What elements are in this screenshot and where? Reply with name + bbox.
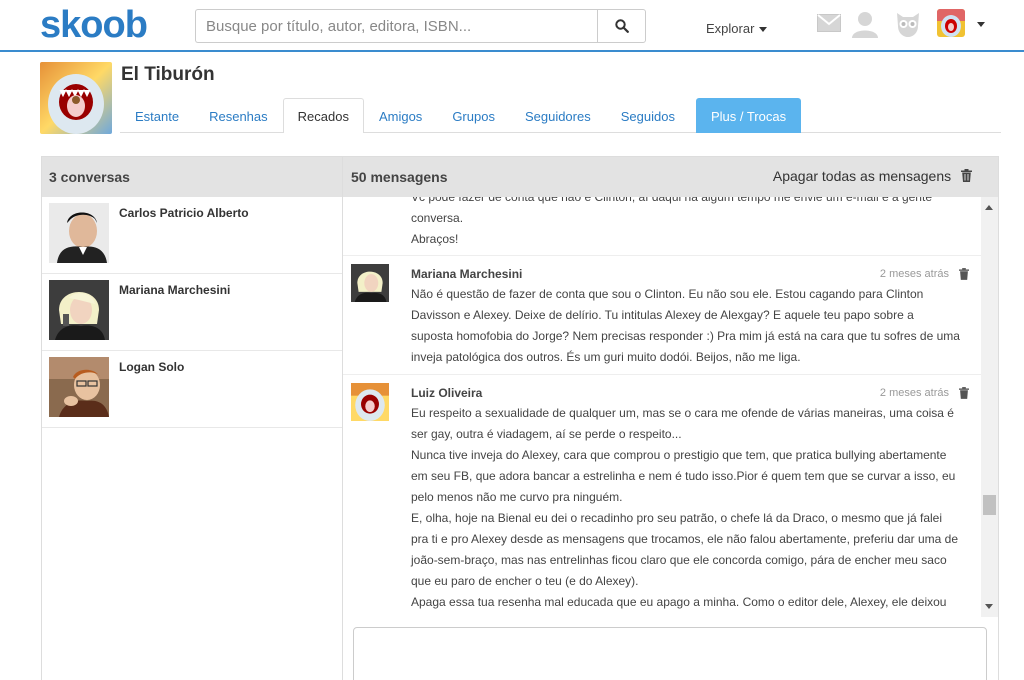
tab-amigos[interactable]: Amigos (364, 98, 437, 133)
message-author[interactable]: Luiz Oliveira (411, 386, 482, 400)
message-text: Eu respeito a sexualidade de qualquer um… (411, 406, 958, 609)
message-item: Vc pode fazer de conta que não é Clinton… (343, 197, 981, 256)
scroll-down-arrow[interactable] (985, 604, 993, 609)
message-item: Luiz Oliveira 2 meses atrás Eu respeito … (343, 375, 981, 617)
delete-all-label: Apagar todas as mensagens (772, 168, 952, 184)
avatar (49, 203, 109, 263)
account-menu-caret[interactable] (977, 22, 985, 27)
messages-panel: 50 mensagens Apagar todas as mensagens V… (342, 156, 999, 680)
profile-avatar[interactable] (40, 62, 112, 134)
tab-seguidos[interactable]: Seguidos (606, 98, 690, 133)
search-icon (614, 19, 629, 33)
conversations-count: 3 conversas (42, 157, 343, 197)
conversation-item[interactable]: Mariana Marchesini (42, 274, 343, 351)
trash-icon[interactable] (959, 268, 969, 280)
chevron-down-icon (759, 27, 768, 33)
scroll-up-arrow[interactable] (985, 205, 993, 210)
avatar (351, 264, 389, 302)
conversation-item[interactable]: Logan Solo (42, 351, 343, 428)
tab-grupos[interactable]: Grupos (437, 98, 510, 133)
top-bar: skoob Explorar (0, 0, 1024, 52)
conversation-name: Logan Solo (119, 360, 185, 374)
avatar (49, 357, 109, 417)
messages-scrollbar[interactable] (981, 197, 998, 617)
search-input[interactable] (195, 9, 598, 43)
conversation-name: Mariana Marchesini (119, 283, 231, 297)
explore-label: Explorar (706, 21, 755, 36)
tab-recados[interactable]: Recados (282, 98, 364, 133)
avatar (49, 280, 109, 340)
avatar (351, 383, 389, 421)
messages-count: 50 mensagens (351, 169, 448, 185)
conversation-item[interactable]: Carlos Patricio Alberto (42, 197, 343, 274)
tab-resenhas[interactable]: Resenhas (194, 98, 283, 133)
owl-icon[interactable] (894, 10, 922, 38)
scroll-thumb[interactable] (983, 495, 996, 515)
messages-list: Vc pode fazer de conta que não é Clinton… (343, 197, 981, 617)
trash-icon[interactable] (959, 387, 969, 399)
profile-name: El Tiburón (121, 64, 215, 85)
reply-textarea[interactable] (353, 627, 987, 680)
skoob-logo[interactable]: skoob (40, 4, 148, 47)
tab-estante[interactable]: Estante (120, 98, 194, 133)
message-text: Não é questão de fazer de conta que sou … (411, 287, 960, 364)
message-time: 2 meses atrás (879, 268, 949, 280)
user-avatar[interactable] (937, 9, 965, 37)
message-item: Mariana Marchesini 2 meses atrás Não é q… (343, 256, 981, 375)
profile-tabs: Estante Resenhas Recados Amigos Grupos S… (120, 98, 802, 133)
explore-menu[interactable]: Explorar (706, 21, 768, 36)
tab-seguidores[interactable]: Seguidores (510, 98, 606, 133)
message-author[interactable]: Mariana Marchesini (411, 267, 522, 281)
conversation-name: Carlos Patricio Alberto (119, 206, 249, 220)
tab-plus-trocas[interactable]: Plus / Trocas (695, 98, 802, 133)
user-icon[interactable] (850, 10, 880, 38)
mail-icon[interactable] (817, 14, 841, 32)
conversations-panel: 3 conversas Carlos Patricio Alberto Mari… (41, 156, 343, 680)
delete-all-messages-button[interactable]: Apagar todas as mensagens (773, 157, 972, 195)
message-time: 2 meses atrás (879, 387, 949, 399)
message-text: Vc pode fazer de conta que não é Clinton… (411, 197, 932, 246)
messages-header: 50 mensagens Apagar todas as mensagens (343, 157, 998, 197)
search-button[interactable] (597, 9, 646, 43)
trash-icon (961, 169, 972, 182)
